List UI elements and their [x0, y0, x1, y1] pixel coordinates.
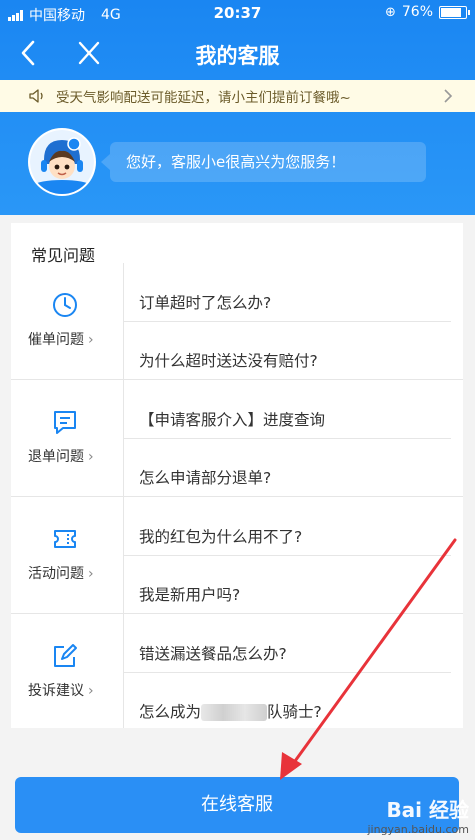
battery-percent: 76% — [401, 4, 433, 20]
edit-icon — [54, 644, 77, 667]
watermark-url: jingyan.baidu.com — [367, 823, 469, 836]
status-bar: 中国移动 4G 20:37 ⊕ 76% — [0, 0, 475, 26]
watermark: Bai 经验 jingyan.baidu.com — [367, 794, 469, 836]
question-link[interactable]: 为什么超时送达没有赔付? — [139, 349, 449, 371]
question-link[interactable]: 【申请客服介入】进度查询 — [139, 408, 449, 430]
close-icon — [78, 41, 100, 65]
watermark-logo: Bai 经验 — [386, 798, 469, 822]
greeting-section: 您好，客服小e很高兴为您服务！ — [0, 112, 475, 215]
question-link[interactable]: 我是新用户吗? — [139, 583, 449, 605]
notice-text: 受天气影响配送可能延迟，请小主们提前订餐哦~ — [56, 90, 351, 106]
greeting-bubble: 您好，客服小e很高兴为您服务！ — [101, 142, 426, 182]
category-link[interactable]: 投诉建议 › — [11, 614, 124, 730]
message-icon — [54, 411, 76, 434]
avatar — [28, 128, 96, 196]
ticket-icon — [54, 530, 76, 548]
category-link[interactable]: 催单问题 › — [11, 263, 124, 379]
question-link[interactable]: 怎么申请部分退单? — [139, 466, 449, 488]
faq-card: 常见问题 催单问题 › 订单超时了怎么办? 为什么超时送达没有赔付? 退单问题 › … — [11, 223, 463, 728]
question-text-start: 怎么成为 — [139, 703, 202, 721]
faq-category: 催单问题 › 订单超时了怎么办? 为什么超时送达没有赔付? — [11, 263, 463, 380]
category-label: 活动问题 — [28, 566, 84, 582]
faq-category: 活动问题 › 我的红包为什么用不了? 我是新用户吗? — [11, 497, 463, 614]
clock-icon — [53, 293, 77, 317]
notice-bar[interactable]: 受天气影响配送可能延迟，请小主们提前订餐哦~ — [0, 80, 475, 112]
back-button[interactable] — [14, 36, 44, 70]
chevron-right-icon: › — [88, 683, 94, 699]
question-link[interactable]: 错送漏送餐品怎么办? — [139, 642, 449, 664]
close-button[interactable] — [74, 36, 104, 70]
category-label: 退单问题 — [28, 449, 84, 465]
question-link[interactable]: 订单超时了怎么办? — [139, 291, 449, 313]
faq-category: 投诉建议 › 错送漏送餐品怎么办? 怎么成为 队骑士? — [11, 614, 463, 728]
speaker-icon — [29, 89, 43, 103]
question-text-end: 队骑士? — [267, 703, 322, 721]
category-link[interactable]: 退单问题 › — [11, 380, 124, 496]
status-right: ⊕ 76% — [384, 4, 470, 20]
category-label: 催单问题 — [28, 332, 84, 348]
faq-category: 退单问题 › 【申请客服介入】进度查询 怎么申请部分退单? — [11, 380, 463, 497]
page-title: 我的客服 — [195, 44, 280, 68]
category-link[interactable]: 活动问题 › — [11, 497, 124, 613]
service-agent-icon — [30, 130, 94, 194]
chevron-right-icon: › — [88, 566, 94, 582]
chevron-right-icon: › — [88, 332, 94, 348]
question-link[interactable]: 怎么成为 队骑士? — [139, 700, 449, 722]
question-link[interactable]: 我的红包为什么用不了? — [139, 525, 449, 547]
chevron-right-icon — [444, 89, 453, 103]
category-label: 投诉建议 — [28, 683, 84, 699]
chevron-left-icon — [21, 40, 35, 66]
chevron-right-icon: › — [88, 449, 94, 465]
rotation-lock-icon: ⊕ — [384, 4, 396, 20]
battery-icon — [439, 5, 470, 19]
navbar: 我的客服 — [0, 26, 475, 80]
redacted-text — [201, 704, 268, 721]
